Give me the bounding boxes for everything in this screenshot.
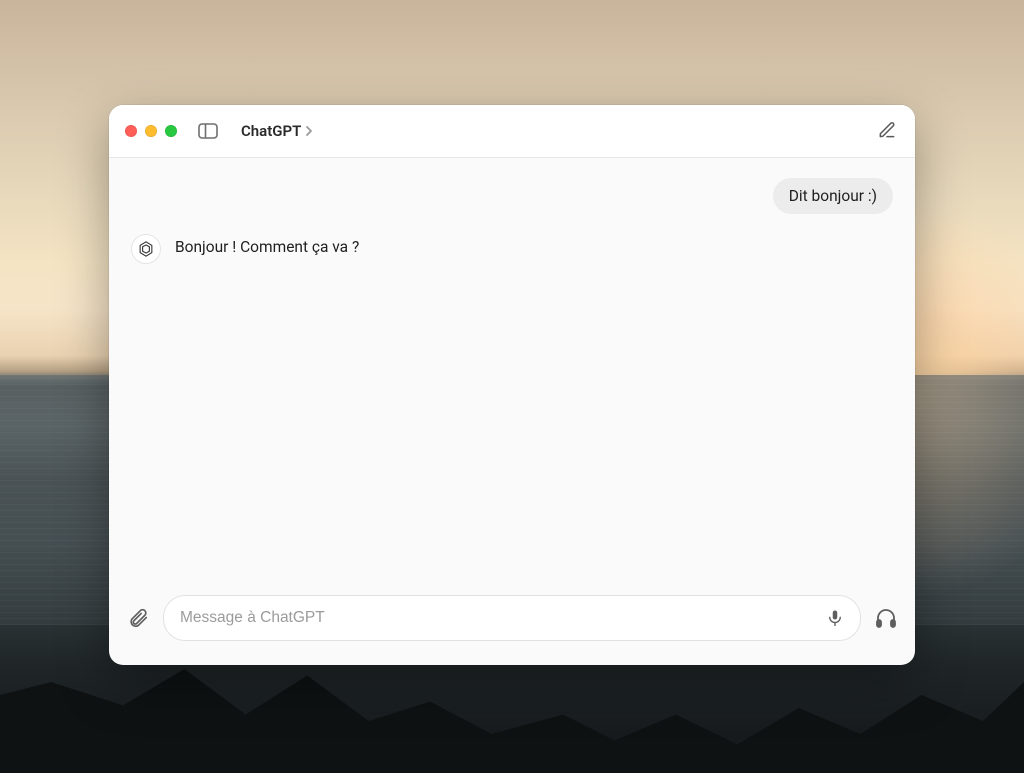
window-minimize-button[interactable] [145, 125, 157, 137]
window-title: ChatGPT [241, 122, 301, 140]
microphone-icon [826, 608, 844, 628]
chevron-right-icon [305, 125, 313, 137]
voice-mode-button[interactable] [873, 606, 899, 630]
user-message-row: Dit bonjour :) [131, 178, 893, 214]
window-titlebar: ChatGPT [109, 105, 915, 158]
headphones-icon [874, 606, 898, 630]
sidebar-toggle-icon [198, 123, 218, 139]
voice-input-button[interactable] [824, 608, 846, 628]
sidebar-toggle-button[interactable] [197, 122, 219, 140]
openai-logo-icon [137, 240, 155, 258]
user-message-bubble[interactable]: Dit bonjour :) [773, 178, 893, 214]
user-message-text: Dit bonjour :) [789, 187, 877, 205]
paperclip-icon [127, 607, 149, 629]
model-picker[interactable]: ChatGPT [241, 122, 313, 140]
attach-button[interactable] [125, 607, 151, 629]
message-input[interactable] [178, 608, 824, 628]
assistant-message-row: Bonjour ! Comment ça va ? [131, 238, 893, 264]
traffic-lights [125, 125, 177, 137]
assistant-avatar [131, 234, 161, 264]
message-input-container[interactable] [163, 595, 861, 641]
window-zoom-button[interactable] [165, 125, 177, 137]
window-close-button[interactable] [125, 125, 137, 137]
new-chat-button[interactable] [877, 120, 899, 142]
chat-window: ChatGPT Dit bonjour :) [109, 105, 915, 665]
assistant-message-text[interactable]: Bonjour ! Comment ça va ? [175, 238, 359, 256]
chat-transcript: Dit bonjour :) Bonjour ! Comment ça va ? [109, 158, 915, 585]
composer-bar [109, 585, 915, 665]
compose-icon [877, 120, 899, 140]
